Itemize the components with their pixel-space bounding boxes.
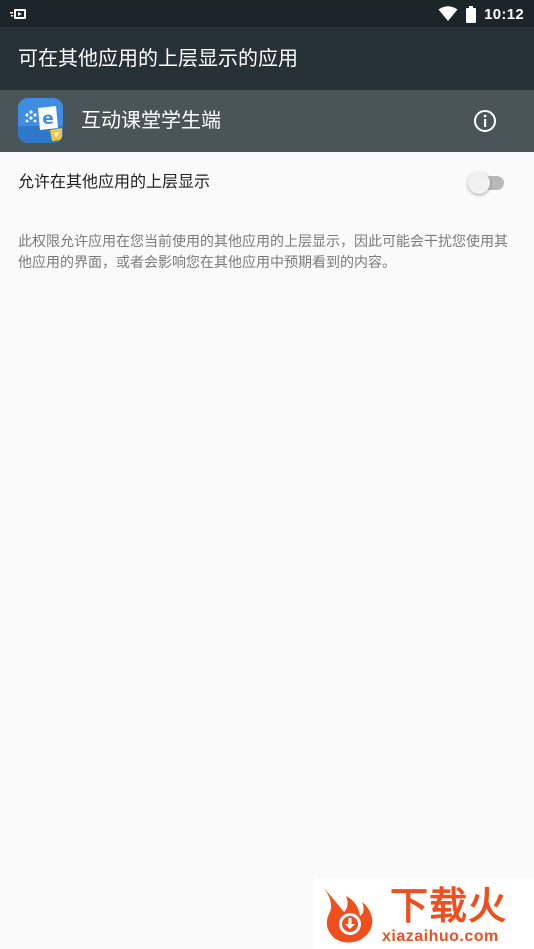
app-icon: e [18,98,63,143]
wifi-icon [438,6,458,22]
battery-icon [466,5,477,23]
setting-label: 允许在其他应用的上层显示 [18,172,211,191]
notification-icon [10,6,28,20]
page-title: 可在其他应用的上层显示的应用 [18,46,298,70]
overlay-permission-row[interactable]: 允许在其他应用的上层显示 [0,152,534,214]
flame-logo-icon [316,882,380,946]
info-icon[interactable] [472,108,498,134]
watermark-url: xiazaihuo.com [382,928,499,945]
app-bar: 可在其他应用的上层显示的应用 [0,27,534,90]
app-name: 互动课堂学生端 [81,108,221,132]
svg-text:e: e [42,109,54,129]
permission-description: 此权限允许应用在您当前使用的其他应用的上层显示，因此可能会干扰您使用其他应用的界… [18,234,508,271]
toggle-thumb [468,172,490,194]
status-bar: 10:12 [0,0,534,27]
status-time: 10:12 [484,5,524,23]
watermark-text: 下载火 [390,884,508,928]
app-header: e 互动课堂学生端 [0,90,534,152]
watermark: 下载火 xiazaihuo.com [314,878,534,949]
overlay-permission-toggle[interactable] [468,172,506,194]
